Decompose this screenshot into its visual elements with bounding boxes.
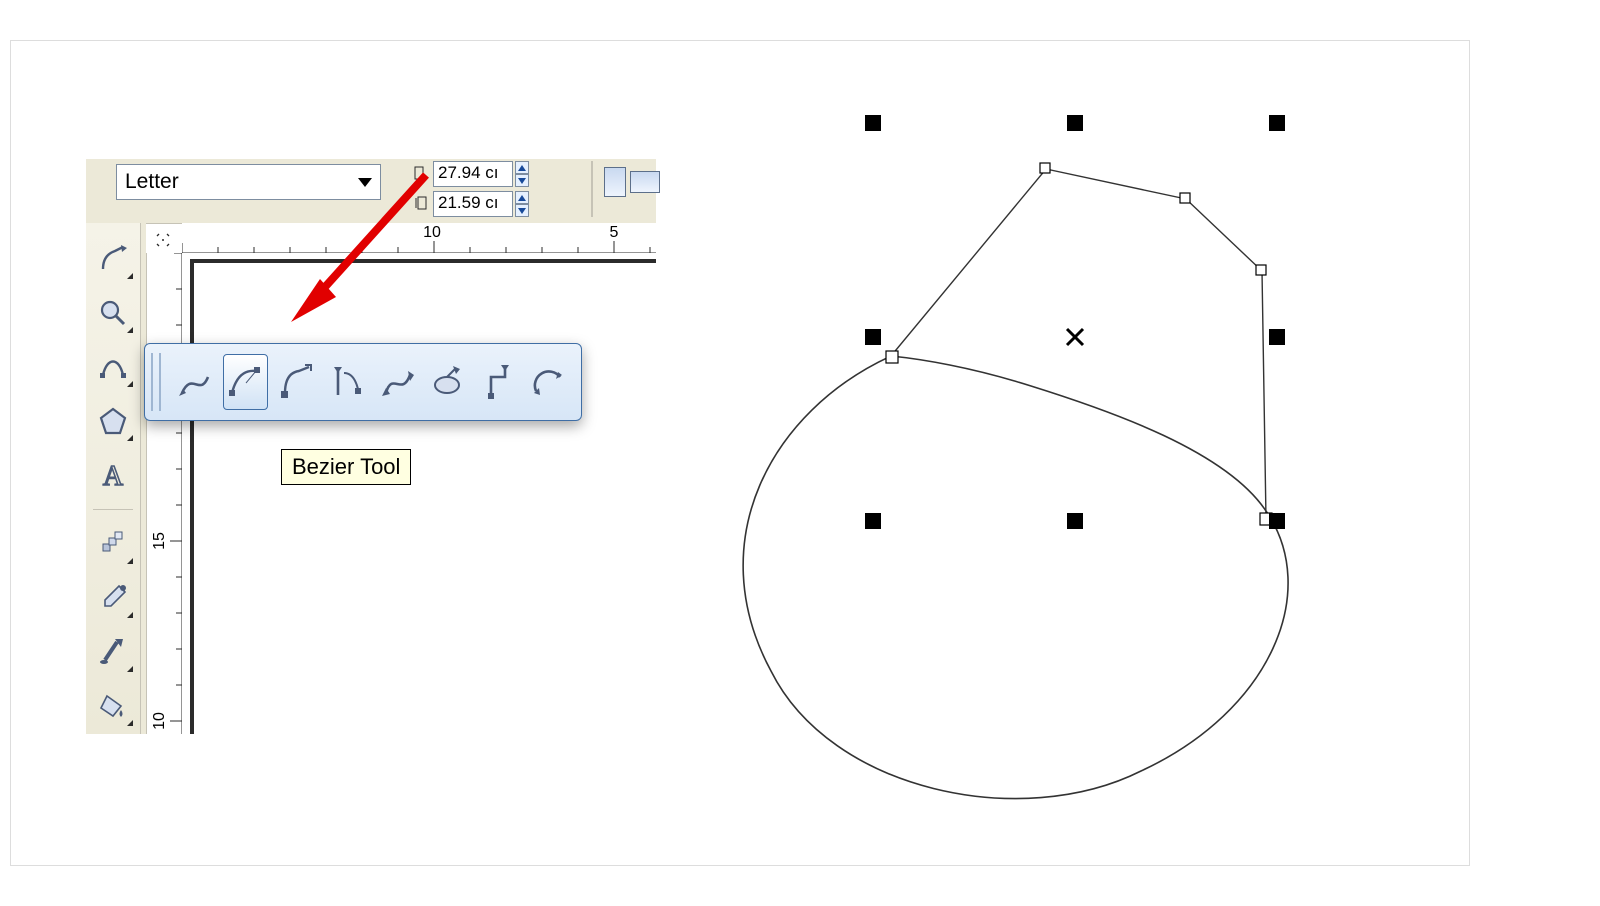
width-spin-up[interactable] <box>515 161 529 174</box>
vertical-ruler[interactable]: 20 15 10 <box>148 253 182 734</box>
bezier-node[interactable] <box>1256 265 1266 275</box>
portrait-button[interactable] <box>604 167 626 197</box>
interactive-tool-button[interactable] <box>91 522 135 566</box>
ruler-h-label-10: 10 <box>423 224 441 241</box>
ruler-h-label-5: 5 <box>610 224 619 241</box>
pen-tool-button[interactable] <box>324 354 369 410</box>
page-size-value: Letter <box>125 170 179 194</box>
width-spin-down[interactable] <box>515 174 529 187</box>
outline-tool-button[interactable] <box>91 630 135 674</box>
width-icon <box>411 165 433 183</box>
drawn-ellipse-path[interactable] <box>743 356 1288 799</box>
flyout-grip[interactable] <box>151 353 161 411</box>
selection-handle-br[interactable] <box>1269 513 1285 529</box>
bezier-tool-button[interactable] <box>223 354 268 410</box>
fill-tool-button[interactable] <box>91 684 135 728</box>
selection-handle-mr[interactable] <box>1269 329 1285 345</box>
propertybar-separator <box>591 161 593 217</box>
zoom-tool-button[interactable] <box>91 291 135 335</box>
toolbox: A <box>86 223 141 734</box>
selection-handle-tm[interactable] <box>1067 115 1083 131</box>
page-height-input[interactable]: 21.59 cı <box>433 191 513 217</box>
dimension-tool-button[interactable] <box>526 354 571 410</box>
canvas-preview <box>711 111 1331 841</box>
orientation-buttons <box>604 167 660 197</box>
shape-tool-button[interactable] <box>91 237 135 281</box>
selection-handle-ml[interactable] <box>865 329 881 345</box>
document-page[interactable] <box>190 259 656 734</box>
svg-text:A: A <box>103 461 124 491</box>
selection-handle-tr[interactable] <box>1269 115 1285 131</box>
drawn-polyline[interactable] <box>891 169 1266 519</box>
text-tool-button[interactable]: A <box>91 453 135 497</box>
page-dimensions-group: 27.94 cı 21.59 cı <box>411 159 556 219</box>
bezier-node[interactable] <box>886 351 898 363</box>
ruler-v-label-15: 15 <box>151 532 168 550</box>
page-width-input[interactable]: 27.94 cı <box>433 161 513 187</box>
figure-container: Letter 27.94 cı 21.59 cı <box>10 40 1470 866</box>
selection-handle-bl[interactable] <box>865 513 881 529</box>
connector-tool-button[interactable] <box>476 354 521 410</box>
ruler-v-label-10: 10 <box>151 712 168 730</box>
selection-handle-tl[interactable] <box>865 115 881 131</box>
landscape-button[interactable] <box>630 171 660 193</box>
artistic-media-tool-button[interactable] <box>274 354 319 410</box>
canvas-svg <box>711 111 1331 841</box>
selection-handle-bm[interactable] <box>1067 513 1083 529</box>
ruler-origin[interactable] <box>148 227 178 253</box>
toolbox-divider <box>93 509 133 510</box>
height-spin-up[interactable] <box>515 191 529 204</box>
horizontal-ruler[interactable]: 10 5 <box>182 223 656 253</box>
polyline-tool-button[interactable] <box>375 354 420 410</box>
height-spin-down[interactable] <box>515 204 529 217</box>
bezier-tooltip: Bezier Tool <box>281 449 411 485</box>
selection-center-marker <box>1067 329 1083 345</box>
bezier-node[interactable] <box>1180 193 1190 203</box>
3point-curve-tool-button[interactable] <box>425 354 470 410</box>
page-size-dropdown[interactable]: Letter <box>116 164 381 200</box>
curve-flyout-toolbar[interactable] <box>144 343 582 421</box>
height-spinner[interactable] <box>515 191 529 217</box>
polygon-tool-button[interactable] <box>91 399 135 443</box>
freehand-tool-button[interactable] <box>173 354 218 410</box>
width-spinner[interactable] <box>515 161 529 187</box>
eyedropper-tool-button[interactable] <box>91 576 135 620</box>
chevron-down-icon <box>358 178 372 187</box>
height-icon <box>411 195 433 213</box>
app-ui-panel: Letter 27.94 cı 21.59 cı <box>86 159 656 734</box>
curve-tool-button[interactable] <box>91 345 135 389</box>
bezier-node[interactable] <box>1040 163 1050 173</box>
